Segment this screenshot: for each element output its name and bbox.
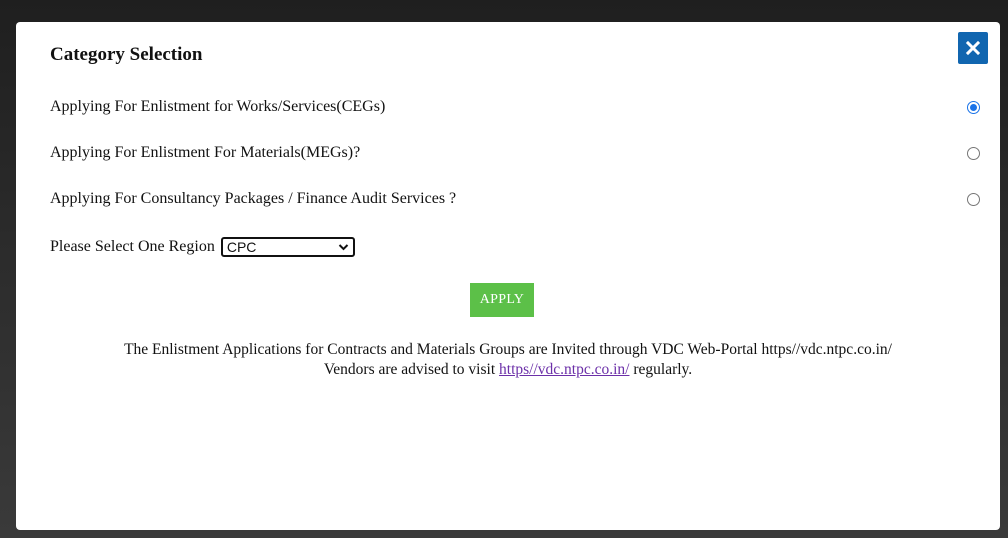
region-select[interactable]: CPC bbox=[220, 237, 355, 257]
option-label: Applying For Consultancy Packages / Fina… bbox=[50, 190, 457, 207]
option-works-services[interactable]: Applying For Enlistment for Works/Servic… bbox=[50, 96, 980, 118]
apply-button[interactable]: APPLY bbox=[470, 283, 534, 317]
enlistment-notice: The Enlistment Applications for Contract… bbox=[16, 340, 1000, 380]
radio-works-services[interactable] bbox=[967, 101, 980, 114]
close-button[interactable] bbox=[958, 32, 988, 64]
category-selection-modal: Category Selection Applying For Enlistme… bbox=[16, 22, 1000, 530]
option-label: Applying For Enlistment For Materials(ME… bbox=[50, 144, 361, 161]
option-consultancy[interactable]: Applying For Consultancy Packages / Fina… bbox=[50, 188, 980, 210]
notice-line-2: Vendors are advised to visit https//vdc.… bbox=[16, 360, 1000, 380]
modal-title: Category Selection bbox=[50, 44, 203, 65]
region-label: Please Select One Region bbox=[50, 238, 215, 255]
option-label: Applying For Enlistment for Works/Servic… bbox=[50, 98, 386, 115]
radio-materials[interactable] bbox=[967, 147, 980, 160]
option-materials[interactable]: Applying For Enlistment For Materials(ME… bbox=[50, 142, 980, 164]
chevron-down-icon bbox=[338, 244, 349, 251]
notice-line-1: The Enlistment Applications for Contract… bbox=[124, 341, 892, 358]
notice-suffix: regularly. bbox=[629, 361, 693, 378]
vdc-portal-link[interactable]: https//vdc.ntpc.co.in/ bbox=[499, 361, 629, 378]
region-selected-value: CPC bbox=[226, 239, 257, 255]
notice-prefix: Vendors are advised to visit bbox=[323, 361, 500, 378]
radio-consultancy[interactable] bbox=[967, 193, 980, 206]
close-icon bbox=[966, 41, 980, 55]
region-row: Please Select One Region CPC bbox=[50, 236, 355, 258]
